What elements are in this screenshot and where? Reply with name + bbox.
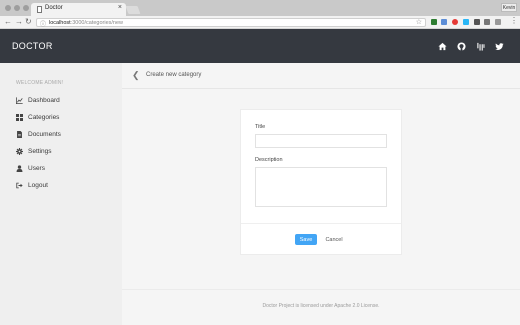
info-icon: ⓘ bbox=[40, 22, 47, 28]
reload-icon[interactable]: ↻ bbox=[25, 17, 32, 26]
file-icon bbox=[17, 131, 22, 138]
chart-line-icon bbox=[16, 97, 23, 104]
sidebar-item-label: Logout bbox=[28, 182, 48, 189]
address-url: localhost:3000/categories/new bbox=[49, 20, 124, 26]
page-title: Create new category bbox=[146, 72, 202, 78]
grid-icon bbox=[16, 114, 23, 121]
window-minimize-control[interactable] bbox=[14, 5, 20, 11]
bookmark-star-icon[interactable]: ☆ bbox=[416, 18, 422, 26]
logout-icon bbox=[16, 182, 23, 189]
breadcrumb: ❮ Create new category bbox=[122, 63, 520, 89]
sidebar-item-label: Documents bbox=[28, 131, 61, 138]
document-icon bbox=[37, 6, 42, 13]
back-chevron-icon[interactable]: ❮ bbox=[132, 70, 140, 81]
sidebar-item-label: Settings bbox=[28, 148, 52, 155]
window-zoom-control[interactable] bbox=[23, 5, 29, 11]
new-tab-button[interactable] bbox=[125, 6, 141, 14]
sidebar-item-label: Dashboard bbox=[28, 97, 60, 104]
gear-icon bbox=[16, 148, 23, 155]
description-input[interactable] bbox=[255, 167, 387, 207]
tab-close-icon[interactable]: × bbox=[118, 4, 122, 11]
footer-divider bbox=[122, 289, 520, 290]
footer-text: Doctor Project is licensed under Apache … bbox=[262, 303, 380, 309]
category-form-card: Title Description Save Cancel bbox=[240, 109, 402, 255]
user-icon bbox=[16, 165, 23, 172]
twitter-icon[interactable] bbox=[495, 42, 504, 51]
cancel-button[interactable]: Cancel bbox=[322, 234, 346, 245]
save-button[interactable]: Save bbox=[295, 234, 317, 245]
extension-icon[interactable] bbox=[495, 19, 501, 25]
browser-menu-icon[interactable]: ⋮ bbox=[510, 16, 518, 25]
home-icon[interactable] bbox=[438, 42, 447, 51]
extension-icon[interactable] bbox=[452, 19, 458, 25]
browser-tab-strip: Doctor × Kevin bbox=[0, 0, 520, 16]
title-label: Title bbox=[255, 124, 266, 130]
form-divider bbox=[241, 223, 401, 224]
main-content: ❮ Create new category Title Description … bbox=[122, 63, 520, 325]
back-arrow-icon[interactable]: ← bbox=[4, 17, 12, 26]
window-close-control[interactable] bbox=[5, 5, 11, 11]
profile-button[interactable]: Kevin bbox=[501, 3, 517, 12]
sidebar-item-label: Users bbox=[28, 165, 45, 172]
app-header: DOCTOR bbox=[0, 29, 520, 63]
extension-icon[interactable] bbox=[441, 19, 447, 25]
extension-icon[interactable] bbox=[474, 19, 480, 25]
address-bar[interactable]: ⓘ localhost:3000/categories/new ☆ bbox=[36, 18, 426, 28]
github-icon[interactable] bbox=[457, 42, 466, 51]
sidebar: WELCOME ADMIN! Dashboard Categories Docu… bbox=[0, 63, 122, 325]
brand-logo[interactable]: DOCTOR bbox=[12, 41, 53, 51]
browser-toolbar: ← → ↻ ⓘ localhost:3000/categories/new ☆ … bbox=[0, 16, 520, 29]
extension-icon[interactable] bbox=[431, 19, 437, 25]
forward-arrow-icon[interactable]: → bbox=[15, 17, 23, 26]
sidebar-item-label: Categories bbox=[28, 114, 60, 121]
browser-tab[interactable]: Doctor × bbox=[31, 3, 126, 16]
title-input[interactable] bbox=[255, 134, 387, 148]
welcome-text: WELCOME ADMIN! bbox=[16, 80, 64, 86]
extension-icon[interactable] bbox=[484, 19, 490, 25]
description-label: Description bbox=[255, 157, 283, 163]
extension-icon[interactable] bbox=[463, 19, 469, 25]
browser-tab-title: Doctor bbox=[45, 5, 63, 11]
gitter-icon[interactable] bbox=[476, 42, 485, 51]
